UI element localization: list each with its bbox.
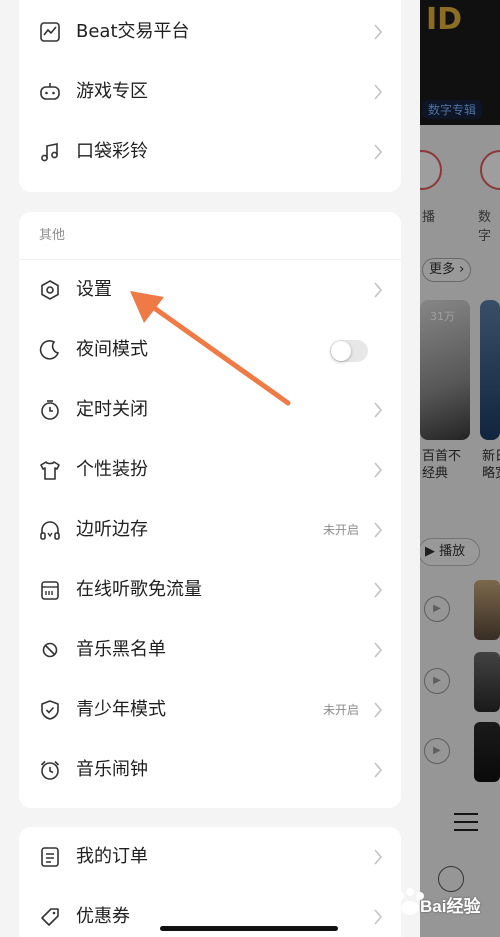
- menu-item-label: 个性装扮: [76, 459, 148, 480]
- menu-item-label: 口袋彩铃: [76, 141, 148, 162]
- order-document-icon: [39, 846, 61, 868]
- chevron-right-icon: [374, 282, 383, 298]
- menu-item-label: 我的订单: [76, 846, 148, 867]
- coupon-icon: [39, 906, 61, 928]
- chevron-right-icon: [374, 462, 383, 478]
- alarm-clock-icon: [39, 759, 61, 781]
- menu-item-label: 边听边存: [76, 519, 148, 540]
- chevron-right-icon: [374, 642, 383, 658]
- status-text: 未开启: [322, 703, 359, 717]
- night-mode-toggle[interactable]: [330, 340, 368, 362]
- section-title: 其他: [19, 212, 401, 260]
- chevron-right-icon: [374, 402, 383, 418]
- home-indicator[interactable]: [160, 926, 338, 931]
- menu-item-label: 在线听歌免流量: [76, 579, 202, 600]
- shield-check-icon: [39, 699, 61, 721]
- dim-overlay: [420, 0, 500, 937]
- headphones-icon: [39, 519, 61, 541]
- menu-item-label: 音乐闹钟: [76, 759, 148, 780]
- chevron-right-icon: [374, 702, 383, 718]
- menu-item-label: 设置: [76, 279, 112, 300]
- menu-item-label: 优惠券: [76, 906, 130, 927]
- menu-item-my-orders[interactable]: 我的订单: [19, 827, 401, 887]
- chevron-right-icon: [374, 582, 383, 598]
- moon-icon: [39, 339, 61, 361]
- menu-item-personal-dress-up[interactable]: 个性装扮: [19, 440, 401, 500]
- watermark-text: Bai经验: [420, 897, 481, 916]
- chevron-right-icon: [374, 849, 383, 865]
- menu-item-label: 音乐黑名单: [76, 639, 166, 660]
- menu-item-pocket-ringtone[interactable]: 口袋彩铃: [19, 122, 401, 182]
- menu-item-label: 青少年模式: [76, 699, 166, 720]
- menu-item-label: Beat交易平台: [76, 21, 190, 42]
- trend-chart-icon: [39, 21, 61, 43]
- toggle-knob: [331, 341, 351, 361]
- status-text: 未开启: [322, 523, 359, 537]
- chevron-right-icon: [374, 144, 383, 160]
- menu-item-game-zone[interactable]: 游戏专区: [19, 62, 401, 122]
- settings-hexagon-icon: [39, 279, 61, 301]
- chevron-right-icon: [374, 762, 383, 778]
- side-drawer: Beat交易平台 游戏专区 口袋彩铃 其他 设置 夜间模式 定时关闭 个性装扮 …: [0, 0, 420, 937]
- menu-item-music-alarm[interactable]: 音乐闹钟: [19, 740, 401, 800]
- annotation-arrow: [130, 291, 291, 406]
- menu-item-music-blacklist[interactable]: 音乐黑名单: [19, 620, 401, 680]
- block-icon: [39, 639, 61, 661]
- sim-card-icon: [39, 579, 61, 601]
- menu-item-label: 游戏专区: [76, 81, 148, 102]
- menu-item-teen-mode[interactable]: 青少年模式 未开启: [19, 680, 401, 740]
- tshirt-icon: [39, 459, 61, 481]
- chevron-right-icon: [374, 522, 383, 538]
- menu-item-beat-trading[interactable]: Beat交易平台: [19, 2, 401, 62]
- menu-item-free-data-streaming[interactable]: 在线听歌免流量: [19, 560, 401, 620]
- chevron-right-icon: [374, 909, 383, 925]
- chevron-right-icon: [374, 24, 383, 40]
- game-robot-icon: [39, 81, 61, 103]
- menu-item-listen-and-save[interactable]: 边听边存 未开启: [19, 500, 401, 560]
- music-note-icon: [39, 141, 61, 163]
- bottom-card: 我的订单 优惠券: [19, 827, 401, 937]
- chevron-right-icon: [374, 84, 383, 100]
- top-card: Beat交易平台 游戏专区 口袋彩铃: [19, 0, 401, 192]
- timer-icon: [39, 399, 61, 421]
